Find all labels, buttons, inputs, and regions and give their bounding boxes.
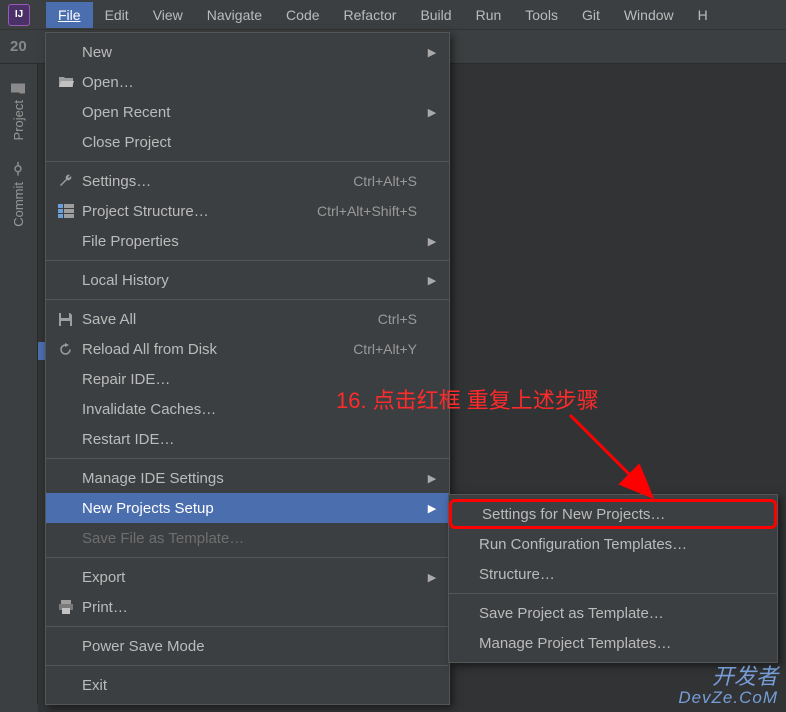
menu-restart-ide[interactable]: Restart IDE… — [46, 424, 449, 454]
submenu-save-project-template-label: Save Project as Template… — [479, 605, 767, 622]
side-tab-project-label: Project — [11, 100, 26, 140]
chevron-right-icon: ▶ — [425, 235, 439, 248]
menu-close-project[interactable]: Close Project — [46, 127, 449, 157]
save-icon — [58, 312, 82, 327]
side-tab-commit[interactable]: Commit — [7, 152, 30, 239]
menu-new-label: New — [82, 44, 425, 61]
file-menu-dropdown: New ▶ Open… Open Recent ▶ Close Project … — [45, 32, 450, 705]
chevron-right-icon: ▶ — [425, 46, 439, 59]
menu-new[interactable]: New ▶ — [46, 37, 449, 67]
menu-print[interactable]: Print… — [46, 592, 449, 622]
menu-reload-shortcut: Ctrl+Alt+Y — [353, 341, 417, 357]
menu-settings[interactable]: Settings… Ctrl+Alt+S — [46, 166, 449, 196]
menu-new-projects-setup[interactable]: New Projects Setup ▶ — [46, 493, 449, 523]
separator — [46, 665, 449, 666]
menu-local-history[interactable]: Local History ▶ — [46, 265, 449, 295]
menu-save-as-template: Save File as Template… — [46, 523, 449, 553]
menu-project-structure[interactable]: Project Structure… Ctrl+Alt+Shift+S — [46, 196, 449, 226]
chevron-right-icon: ▶ — [425, 274, 439, 287]
app-icon: IJ — [8, 4, 30, 26]
folder-icon — [12, 82, 26, 94]
menu-save-as-template-label: Save File as Template… — [82, 530, 425, 547]
reload-icon — [58, 342, 82, 357]
menu-power-save-label: Power Save Mode — [82, 638, 425, 655]
menu-export-label: Export — [82, 569, 425, 586]
side-tab-commit-label: Commit — [11, 182, 26, 227]
side-tab-project[interactable]: Project — [7, 70, 30, 152]
new-projects-setup-submenu: Settings for New Projects… Run Configura… — [448, 494, 778, 663]
menu-close-project-label: Close Project — [82, 134, 425, 151]
menu-open-label: Open… — [82, 74, 425, 91]
watermark: 开发者 DevZe.CoM — [678, 665, 778, 708]
menu-exit-label: Exit — [82, 677, 425, 694]
submenu-manage-project-templates-label: Manage Project Templates… — [479, 635, 767, 652]
chevron-right-icon: ▶ — [425, 106, 439, 119]
menu-new-projects-setup-label: New Projects Setup — [82, 500, 425, 517]
watermark-line2: DevZe.CoM — [678, 689, 778, 708]
menu-project-structure-label: Project Structure… — [82, 203, 317, 220]
menu-build[interactable]: Build — [408, 2, 463, 28]
annotation-text: 16. 点击红框 重复上述步骤 — [336, 383, 599, 415]
menu-local-history-label: Local History — [82, 272, 425, 289]
menu-restart-ide-label: Restart IDE… — [82, 431, 425, 448]
menu-manage-ide-label: Manage IDE Settings — [82, 470, 425, 487]
submenu-structure-label: Structure… — [479, 566, 767, 583]
menu-settings-shortcut: Ctrl+Alt+S — [353, 173, 417, 189]
commit-icon — [12, 164, 26, 176]
submenu-structure[interactable]: Structure… — [449, 559, 777, 589]
structure-icon — [58, 204, 82, 218]
menu-print-label: Print… — [82, 599, 425, 616]
menu-edit[interactable]: Edit — [93, 2, 141, 28]
menu-project-structure-shortcut: Ctrl+Alt+Shift+S — [317, 203, 417, 219]
menu-manage-ide-settings[interactable]: Manage IDE Settings ▶ — [46, 463, 449, 493]
menu-view[interactable]: View — [141, 2, 195, 28]
menu-code[interactable]: Code — [274, 2, 331, 28]
separator — [46, 458, 449, 459]
menu-save-all-label: Save All — [82, 311, 378, 328]
menu-open-recent-label: Open Recent — [82, 104, 425, 121]
menu-power-save[interactable]: Power Save Mode — [46, 631, 449, 661]
menu-export[interactable]: Export ▶ — [46, 562, 449, 592]
project-label: 20 — [10, 38, 27, 55]
menu-tools[interactable]: Tools — [513, 2, 570, 28]
separator — [449, 593, 777, 594]
menu-open-recent[interactable]: Open Recent ▶ — [46, 97, 449, 127]
menu-file[interactable]: File — [46, 2, 93, 28]
submenu-settings-for-new-label: Settings for New Projects… — [482, 506, 764, 523]
menu-settings-label: Settings… — [82, 173, 353, 190]
menu-run[interactable]: Run — [464, 2, 514, 28]
separator — [46, 626, 449, 627]
wrench-icon — [58, 173, 82, 189]
menu-save-all[interactable]: Save All Ctrl+S — [46, 304, 449, 334]
submenu-save-project-as-template[interactable]: Save Project as Template… — [449, 598, 777, 628]
submenu-run-config-templates[interactable]: Run Configuration Templates… — [449, 529, 777, 559]
menu-file-properties[interactable]: File Properties ▶ — [46, 226, 449, 256]
menu-refactor[interactable]: Refactor — [332, 2, 409, 28]
chevron-right-icon: ▶ — [425, 571, 439, 584]
separator — [46, 260, 449, 261]
menu-reload[interactable]: Reload All from Disk Ctrl+Alt+Y — [46, 334, 449, 364]
watermark-line1: 开发者 — [678, 665, 778, 689]
open-icon — [58, 75, 82, 89]
menu-git[interactable]: Git — [570, 2, 612, 28]
menu-navigate[interactable]: Navigate — [195, 2, 274, 28]
menubar: IJ File Edit View Navigate Code Refactor… — [0, 0, 786, 30]
chevron-right-icon: ▶ — [425, 502, 439, 515]
separator — [46, 557, 449, 558]
submenu-manage-project-templates[interactable]: Manage Project Templates… — [449, 628, 777, 658]
separator — [46, 299, 449, 300]
menu-open[interactable]: Open… — [46, 67, 449, 97]
separator — [46, 161, 449, 162]
chevron-right-icon: ▶ — [425, 472, 439, 485]
menu-window[interactable]: Window — [612, 2, 686, 28]
print-icon — [58, 600, 82, 614]
menu-reload-label: Reload All from Disk — [82, 341, 353, 358]
menu-file-properties-label: File Properties — [82, 233, 425, 250]
submenu-run-config-label: Run Configuration Templates… — [479, 536, 767, 553]
menu-exit[interactable]: Exit — [46, 670, 449, 700]
menu-save-all-shortcut: Ctrl+S — [378, 311, 417, 327]
submenu-settings-for-new-projects[interactable]: Settings for New Projects… — [449, 499, 777, 529]
menu-help[interactable]: H — [686, 2, 720, 28]
side-tabs: Project Commit — [0, 64, 38, 704]
